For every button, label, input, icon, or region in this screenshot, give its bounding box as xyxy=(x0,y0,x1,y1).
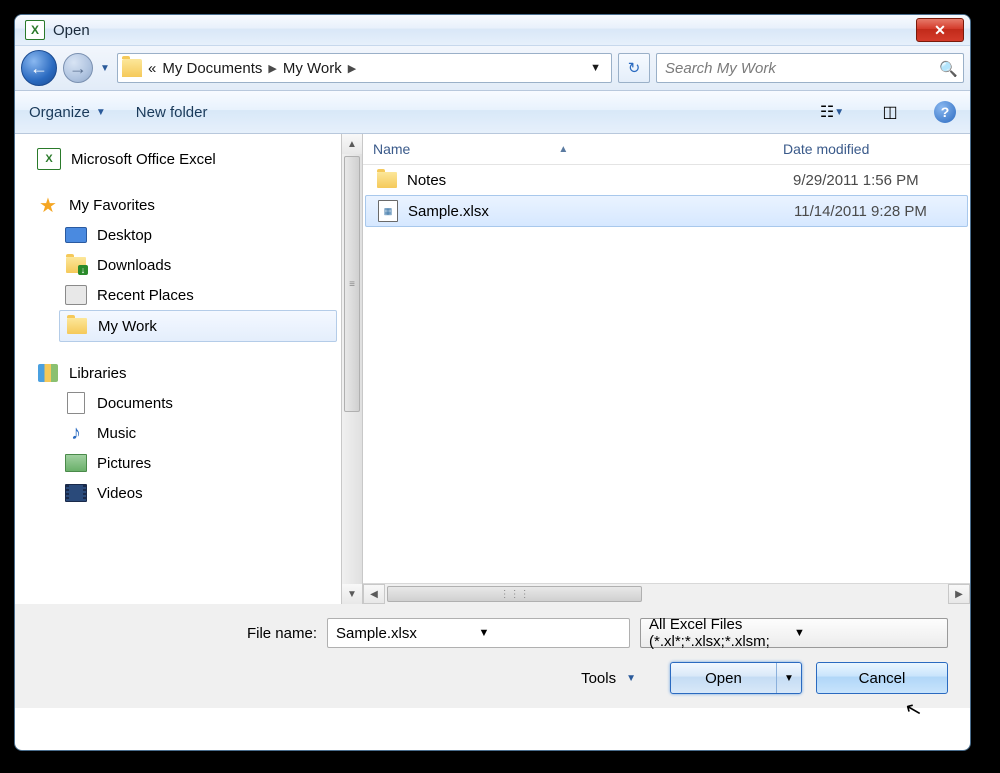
open-button[interactable]: Open ▼ xyxy=(670,662,802,694)
file-row-xlsx[interactable]: ▦ Sample.xlsx 11/14/2011 9:28 PM xyxy=(365,195,968,227)
file-type-filter[interactable]: All Excel Files (*.xl*;*.xlsx;*.xlsm; ▼ xyxy=(640,618,948,648)
filename-label: File name: xyxy=(37,625,317,642)
dialog-footer: File name: Sample.xlsx ▼ All Excel Files… xyxy=(15,604,970,708)
cancel-button[interactable]: Cancel xyxy=(816,662,948,694)
sidebar-item-recent[interactable]: Recent Places xyxy=(59,280,337,310)
file-row-folder[interactable]: Notes 9/29/2011 1:56 PM xyxy=(363,165,970,195)
sidebar-item-excel[interactable]: X Microsoft Office Excel xyxy=(31,144,337,174)
videos-icon xyxy=(65,484,87,502)
breadcrumb-prefix: « xyxy=(148,60,156,77)
titlebar[interactable]: X Open ✕ xyxy=(15,15,970,46)
libraries-icon xyxy=(38,364,58,382)
excel-icon: X xyxy=(25,20,45,40)
sidebar-group-libraries[interactable]: Libraries xyxy=(31,358,337,388)
preview-pane-button[interactable]: ◫ xyxy=(876,99,904,125)
desktop-icon xyxy=(65,227,87,243)
back-button[interactable]: ← xyxy=(21,50,57,86)
folder-icon xyxy=(67,318,87,334)
scroll-right-button[interactable]: ▶ xyxy=(948,584,970,604)
file-list: Name ▲ Date modified Notes 9/29/2011 1:5… xyxy=(363,134,970,604)
filename-input[interactable]: Sample.xlsx ▼ xyxy=(327,618,630,648)
organize-button[interactable]: Organize ▼ xyxy=(29,104,106,121)
column-name[interactable]: Name ▲ xyxy=(363,141,773,157)
scroll-left-button[interactable]: ◀ xyxy=(363,584,385,604)
sidebar-group-favorites[interactable]: ★ My Favorites xyxy=(31,190,337,220)
breadcrumb-item[interactable]: My Documents xyxy=(162,60,262,77)
new-folder-button[interactable]: New folder xyxy=(136,104,208,121)
refresh-button[interactable]: ↻ xyxy=(618,53,650,83)
music-icon: ♪ xyxy=(65,423,87,443)
search-icon[interactable]: 🔍 xyxy=(939,60,955,76)
pictures-icon xyxy=(65,454,87,472)
folder-icon xyxy=(377,172,397,188)
search-input[interactable]: Search My Work 🔍 xyxy=(656,53,964,83)
sidebar-item-pictures[interactable]: Pictures xyxy=(59,448,337,478)
chevron-right-icon[interactable]: ▶ xyxy=(268,62,276,75)
chevron-down-icon: ▼ xyxy=(96,107,106,118)
sidebar-item-mywork[interactable]: My Work xyxy=(59,310,337,342)
chevron-down-icon: ▼ xyxy=(626,673,636,684)
toolbar: Organize ▼ New folder ☷ ▼ ◫ ? xyxy=(15,91,970,134)
window-title: Open xyxy=(53,22,916,39)
xlsx-icon: ▦ xyxy=(378,200,398,222)
address-dropdown[interactable]: ▼ xyxy=(584,62,607,74)
open-split-dropdown[interactable]: ▼ xyxy=(776,663,801,693)
history-dropdown[interactable]: ▼ xyxy=(99,63,111,74)
sidebar-scrollbar[interactable]: ▲ ≡ ▼ xyxy=(341,134,363,604)
scroll-down-button[interactable]: ▼ xyxy=(342,584,362,604)
scroll-thumb[interactable]: ⋮⋮⋮ xyxy=(387,586,642,602)
tools-button[interactable]: Tools ▼ xyxy=(581,670,636,687)
close-button[interactable]: ✕ xyxy=(916,18,964,42)
scroll-thumb[interactable]: ≡ xyxy=(344,156,360,412)
breadcrumb[interactable]: « My Documents ▶ My Work ▶ xyxy=(148,60,356,77)
column-date[interactable]: Date modified xyxy=(773,141,970,157)
downloads-icon xyxy=(66,257,86,273)
recent-icon xyxy=(65,285,87,305)
breadcrumb-item[interactable]: My Work xyxy=(283,60,342,77)
navigation-bar: ← → ▼ « My Documents ▶ My Work ▶ ▼ ↻ Sea… xyxy=(15,46,970,91)
address-bar[interactable]: « My Documents ▶ My Work ▶ ▼ xyxy=(117,53,612,83)
excel-icon: X xyxy=(37,148,61,170)
sidebar-item-documents[interactable]: Documents xyxy=(59,388,337,418)
scroll-up-button[interactable]: ▲ xyxy=(342,134,362,154)
sidebar-item-videos[interactable]: Videos xyxy=(59,478,337,508)
forward-button[interactable]: → xyxy=(63,53,93,83)
view-options-button[interactable]: ☷ ▼ xyxy=(818,99,846,125)
chevron-down-icon: ▼ xyxy=(794,627,939,639)
folder-icon xyxy=(122,59,142,77)
help-button[interactable]: ? xyxy=(934,101,956,123)
navigation-pane: X Microsoft Office Excel ★ My Favorites … xyxy=(15,134,341,604)
open-dialog: X Open ✕ ← → ▼ « My Documents ▶ My Work … xyxy=(14,14,971,751)
chevron-right-icon[interactable]: ▶ xyxy=(348,62,356,75)
star-icon: ★ xyxy=(37,195,59,215)
column-headers[interactable]: Name ▲ Date modified xyxy=(363,134,970,165)
sort-ascending-icon: ▲ xyxy=(558,144,568,155)
sidebar-item-desktop[interactable]: Desktop xyxy=(59,220,337,250)
horizontal-scrollbar[interactable]: ◀ ⋮⋮⋮ ▶ xyxy=(363,583,970,604)
sidebar-item-music[interactable]: ♪ Music xyxy=(59,418,337,448)
document-icon xyxy=(67,392,85,414)
chevron-down-icon[interactable]: ▼ xyxy=(479,627,622,639)
sidebar-item-downloads[interactable]: Downloads xyxy=(59,250,337,280)
search-placeholder: Search My Work xyxy=(665,60,939,77)
